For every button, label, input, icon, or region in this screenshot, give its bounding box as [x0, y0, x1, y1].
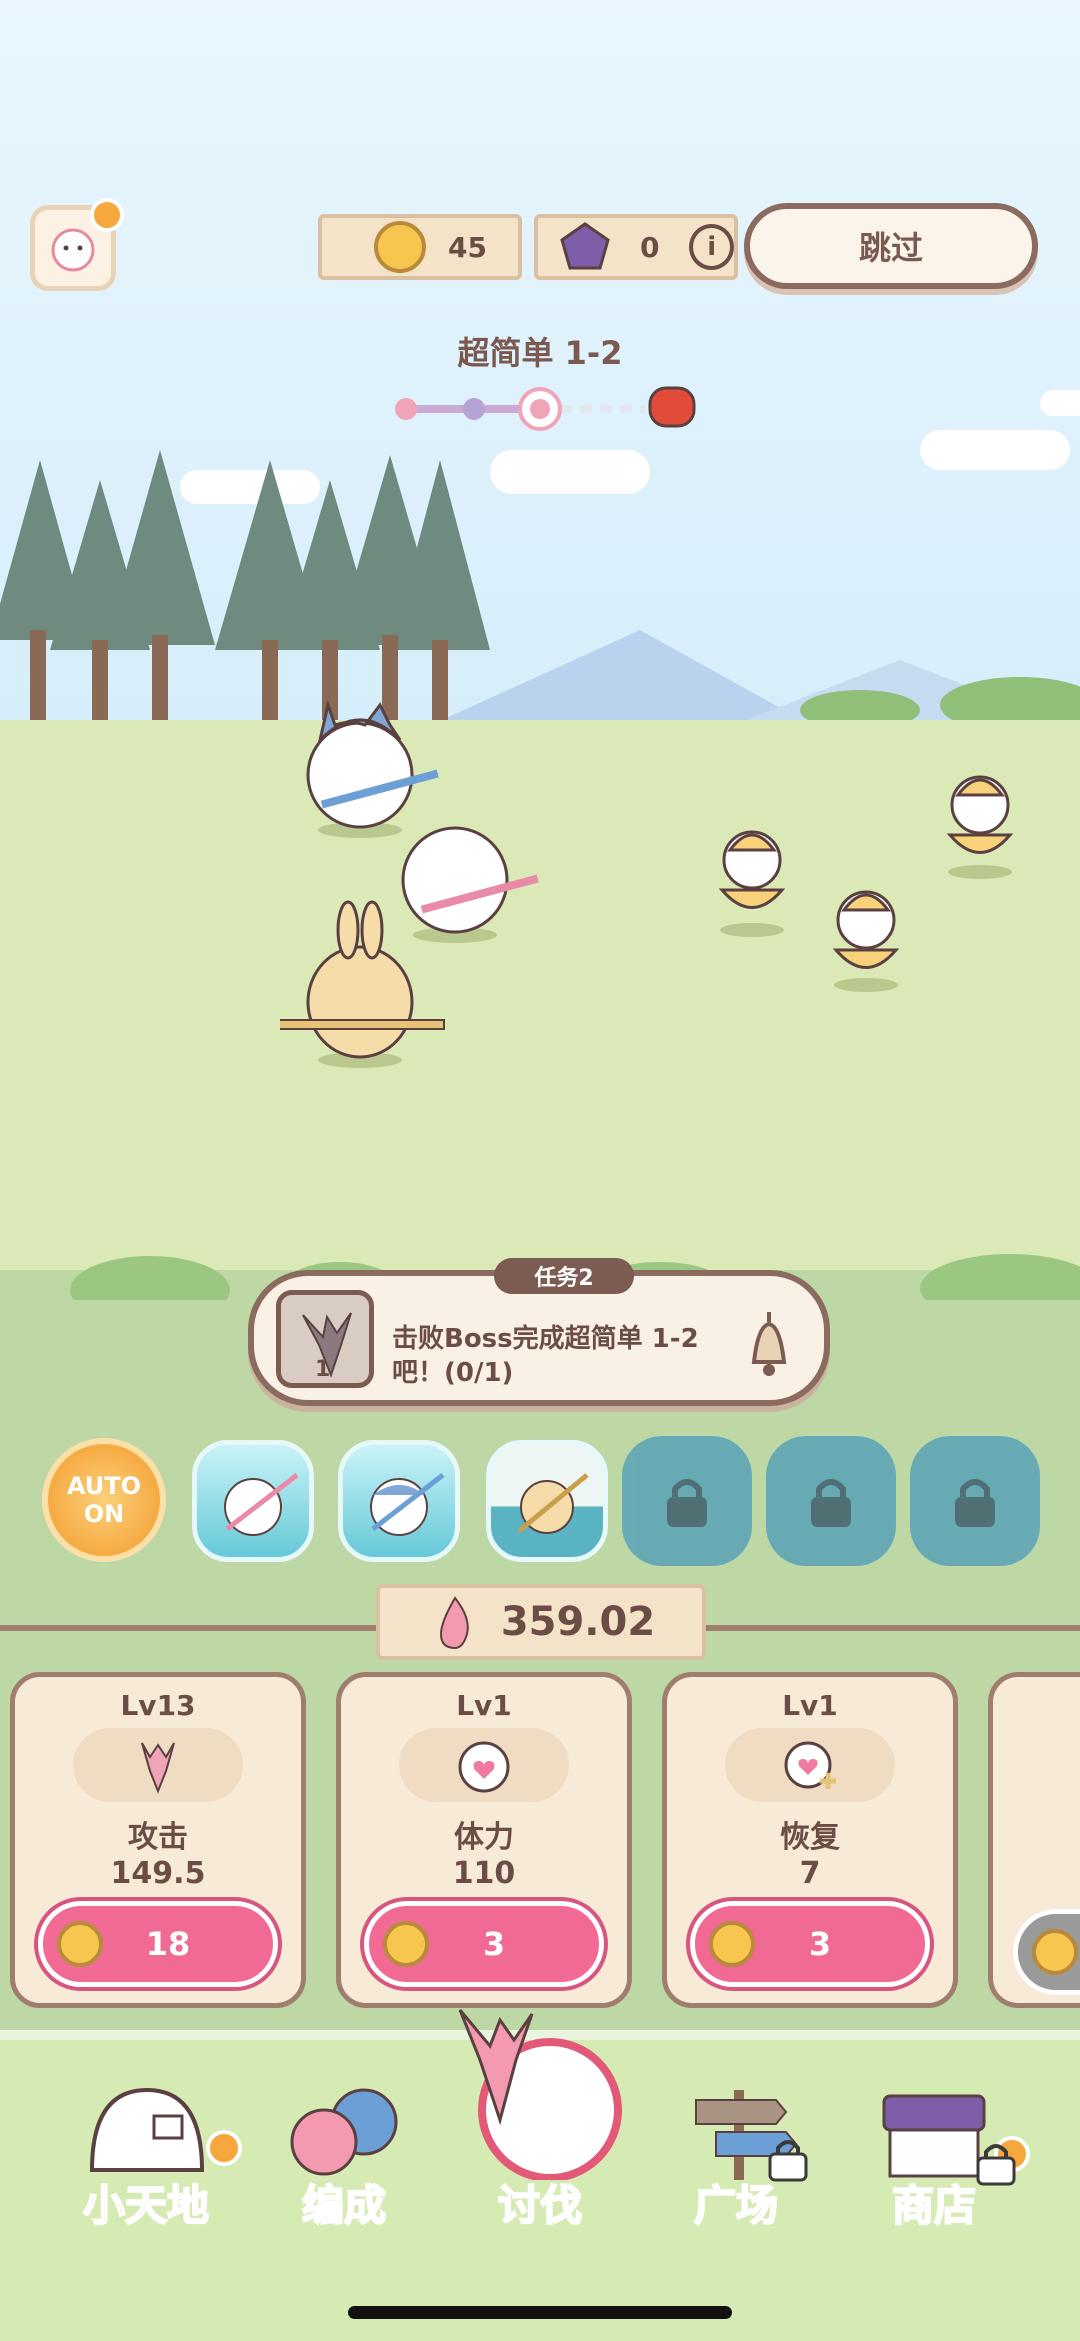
- upgrade-level: Lv13: [120, 1689, 196, 1722]
- upgrade-name: 恢复: [780, 1820, 840, 1855]
- gem-icon: [560, 222, 610, 270]
- coin-count: 45: [448, 230, 487, 264]
- coin-icon: [383, 1921, 429, 1967]
- upgrade-card-recovery: Lv1 恢复 7 3: [662, 1672, 958, 2008]
- heart-plus-icon: [784, 1741, 836, 1789]
- power-value: 359.02: [500, 1599, 656, 1645]
- hachiware-skill-icon: [370, 1473, 445, 1536]
- nav-label: 讨伐: [497, 2180, 583, 2231]
- info-icon[interactable]: i: [689, 224, 734, 270]
- upgrade-value: 7: [799, 1856, 821, 1891]
- chiikawa-skill-icon: [224, 1473, 299, 1536]
- coin-icon: [709, 1921, 755, 1967]
- skill-slot-usagi[interactable]: [486, 1440, 608, 1562]
- claw-icon: [141, 1742, 175, 1794]
- flame-icon: [439, 1596, 469, 1650]
- stage-progress: [395, 386, 696, 431]
- coin-icon: [57, 1921, 103, 1967]
- skip-button[interactable]: 跳过: [744, 203, 1038, 289]
- player-party: [280, 699, 539, 1068]
- nav-label: 编成: [301, 2180, 387, 2231]
- auto-label: AUTO: [66, 1472, 142, 1500]
- usagi-skill-icon: [517, 1473, 589, 1534]
- lock-icon: [955, 1479, 995, 1527]
- weapon-count: 1: [315, 1357, 331, 1382]
- notification-dot: [90, 198, 124, 232]
- house-icon: [89, 2087, 205, 2172]
- upgrade-card-attack: Lv13 攻击 149.5 18: [10, 1672, 306, 2008]
- upgrade-buy-button[interactable]: 3: [364, 1901, 604, 1987]
- boss-icon: [648, 386, 696, 428]
- notification-dot: [206, 2130, 242, 2166]
- upgrade-buy-button[interactable]: 3: [690, 1901, 930, 1987]
- lock-icon: [667, 1479, 707, 1527]
- home-indicator[interactable]: [348, 2306, 732, 2319]
- skill-slot-chiikawa[interactable]: [192, 1440, 314, 1562]
- upgrade-card-stamina: Lv1 体力 110 3: [336, 1672, 632, 2008]
- upgrade-buy-button[interactable]: 18: [38, 1901, 278, 1987]
- heart-face-icon: [458, 1741, 510, 1793]
- skill-slot-locked[interactable]: [622, 1436, 752, 1566]
- upgrade-name: 体力: [454, 1820, 514, 1855]
- gem-count: 0: [639, 230, 660, 264]
- upgrade-card-partial: [988, 1672, 1080, 2008]
- coin-icon: [374, 221, 426, 273]
- skill-slot-hachiware[interactable]: [338, 1440, 460, 1562]
- upgrade-buy-button-disabled[interactable]: [1013, 1909, 1080, 1995]
- upgrade-cost: 18: [145, 1925, 191, 1963]
- upgrade-name: 攻击: [128, 1820, 188, 1855]
- auto-state: ON: [83, 1500, 125, 1528]
- nav-item-plaza[interactable]: 广场: [636, 2080, 836, 2240]
- task-card[interactable]: 任务2 1 击败Boss完成超简单 1-2吧！(0/1): [248, 1258, 830, 1406]
- task-description: 击败Boss完成超简单 1-2吧！(0/1): [392, 1324, 699, 1388]
- task-badge: 任务2: [494, 1258, 634, 1294]
- upgrade-level: Lv1: [456, 1689, 512, 1722]
- bell-icon[interactable]: [744, 1306, 794, 1380]
- skill-slot-locked[interactable]: [766, 1436, 896, 1566]
- stage-title: 超简单 1-2: [457, 334, 623, 372]
- gem-counter: 0 i: [534, 214, 738, 280]
- nav-item-battle[interactable]: 讨伐: [440, 2000, 640, 2240]
- power-display: 359.02: [376, 1584, 706, 1660]
- auto-toggle-button[interactable]: AUTO ON: [42, 1438, 166, 1562]
- lock-icon: [811, 1479, 851, 1527]
- upgrade-cost: 3: [482, 1925, 506, 1963]
- skill-slot-locked[interactable]: [910, 1436, 1040, 1566]
- nav-label: 广场: [693, 2180, 779, 2231]
- cloud: [1040, 390, 1080, 416]
- upgrade-value: 110: [452, 1856, 516, 1891]
- coin-icon: [1032, 1929, 1078, 1975]
- forest-mountains: [0, 450, 1080, 730]
- battle-icon: [458, 2009, 622, 2180]
- nav-item-formation[interactable]: 编成: [244, 2080, 444, 2240]
- task-weapon-slot: 1: [276, 1290, 374, 1388]
- enemy-group: [718, 775, 1014, 992]
- nav-item-shop[interactable]: 商店: [834, 2080, 1034, 2240]
- nav-label: 小天地: [82, 2180, 210, 2231]
- coin-counter: 45: [318, 214, 522, 280]
- nav-label: 商店: [891, 2180, 977, 2231]
- upgrade-level: Lv1: [782, 1689, 838, 1722]
- upgrade-value: 149.5: [110, 1856, 206, 1891]
- upgrade-cost: 3: [808, 1925, 832, 1963]
- nav-item-home[interactable]: 小天地: [46, 2080, 246, 2240]
